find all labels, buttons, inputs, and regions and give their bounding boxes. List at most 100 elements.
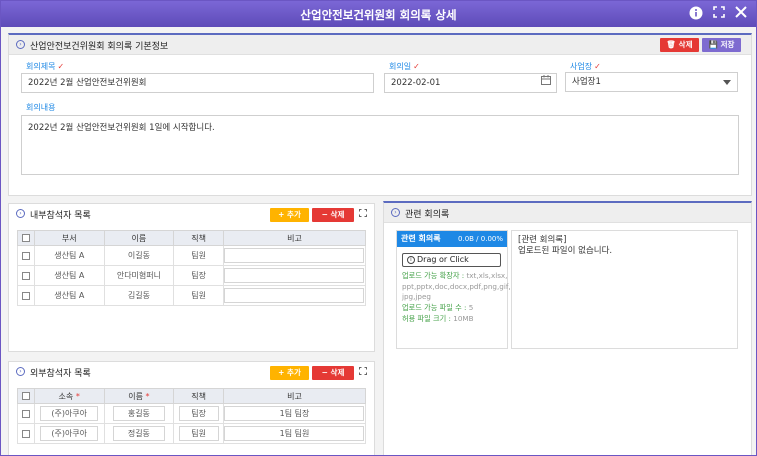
chevron-down-icon bbox=[723, 80, 731, 85]
window-title: 산업안전보건위원회 회의록 상세 bbox=[300, 8, 457, 22]
note-input[interactable] bbox=[224, 288, 365, 303]
uploaded-files-list: [관련 회의록] 업로드된 파일이 없습니다. bbox=[511, 230, 738, 349]
table-row[interactable]: 생산팀 A 이길동 팀원 bbox=[17, 245, 367, 266]
section-circle-icon: › bbox=[16, 367, 25, 376]
org-input[interactable]: (주)아쿠아 bbox=[40, 406, 99, 421]
section-circle-icon: › bbox=[16, 209, 25, 218]
content-textarea[interactable]: 2022년 2월 산업안전보건위원회 1일에 시작합니다. bbox=[21, 115, 739, 175]
table-row[interactable]: 생산팀 A 안다미혐퍼니 팀장 bbox=[17, 265, 367, 286]
position-cell: 팀장 bbox=[173, 403, 224, 424]
table-header-row: 소속 * 이름 * 직책 비고 bbox=[17, 388, 367, 404]
name-cell: 김길동 bbox=[103, 285, 175, 306]
org-cell: (주)아쿠아 bbox=[33, 423, 105, 444]
add-external-button[interactable]: + 추가 bbox=[270, 366, 309, 380]
select-all-checkbox[interactable] bbox=[17, 388, 35, 404]
note-input[interactable] bbox=[224, 248, 365, 263]
row-checkbox[interactable] bbox=[17, 265, 35, 286]
upload-box: 관련 회의록 0.0B / 0.00% i Drag or Click 업로드 … bbox=[396, 230, 511, 349]
position-cell: 팀원 bbox=[173, 423, 224, 444]
external-title: 외부참석자 목록 bbox=[30, 369, 91, 379]
note-input[interactable] bbox=[224, 268, 365, 283]
trash-icon: 🗑 bbox=[666, 40, 677, 49]
column-header: 소속 * bbox=[33, 388, 105, 404]
site-select[interactable]: 사업장1 bbox=[565, 72, 738, 92]
org-input[interactable]: (주)아쿠아 bbox=[40, 426, 99, 441]
info-icon: i bbox=[407, 256, 415, 264]
content-label: 회의내용 bbox=[26, 103, 56, 112]
external-participants-panel: › 외부참석자 목록 + 추가 − 삭제 소속 * 이름 * 직책 비고 (주)… bbox=[8, 361, 375, 455]
name-input[interactable]: 정길동 bbox=[112, 426, 165, 441]
note-cell bbox=[222, 265, 367, 286]
expand-icon[interactable] bbox=[359, 209, 367, 219]
position-input[interactable]: 팀원 bbox=[178, 426, 219, 441]
internal-header: › 내부참석자 목록 + 추가 − 삭제 bbox=[9, 204, 374, 224]
row-checkbox[interactable] bbox=[17, 403, 35, 424]
file-list-empty: 업로드된 파일이 없습니다. bbox=[518, 246, 613, 256]
close-icon[interactable] bbox=[733, 6, 749, 22]
row-checkbox[interactable] bbox=[17, 245, 35, 266]
table-header-row: 부서 이름 직책 비고 bbox=[17, 230, 367, 246]
upload-header: 관련 회의록 0.0B / 0.00% bbox=[397, 231, 507, 247]
section-circle-icon: › bbox=[391, 208, 400, 217]
note-cell: 1팀 팀장 bbox=[222, 403, 367, 424]
name-cell: 정길동 bbox=[103, 423, 175, 444]
row-checkbox[interactable] bbox=[17, 423, 35, 444]
basic-info-panel: › 산업안전보건위원회 회의록 기본정보 🗑 삭제 💾 저장 회의제목 ✓ 202… bbox=[8, 33, 752, 196]
internal-participants-panel: › 내부참석자 목록 + 추가 − 삭제 부서 이름 직책 비고 생산팀 A 이… bbox=[8, 203, 375, 352]
date-input[interactable]: 2022-02-01 bbox=[384, 73, 557, 93]
title-bar: 산업안전보건위원회 회의록 상세 bbox=[1, 1, 756, 27]
upload-size: 허용 파일 크기 : 10MB bbox=[402, 314, 474, 323]
column-header: 이름 * bbox=[103, 388, 175, 404]
external-header: › 외부참석자 목록 + 추가 − 삭제 bbox=[9, 362, 374, 382]
title-label: 회의제목 ✓ bbox=[26, 62, 65, 71]
note-cell bbox=[222, 245, 367, 266]
related-header: › 관련 회의록 bbox=[384, 203, 751, 223]
name-cell: 홍길동 bbox=[103, 403, 175, 424]
maximize-icon[interactable] bbox=[711, 6, 727, 22]
date-label: 회의일 ✓ bbox=[389, 62, 420, 71]
column-header: 이름 bbox=[103, 230, 175, 246]
position-cell: 팀원 bbox=[173, 245, 224, 266]
section-circle-icon: › bbox=[16, 40, 25, 49]
row-checkbox[interactable] bbox=[17, 285, 35, 306]
upload-usage: 0.0B / 0.00% bbox=[458, 235, 503, 243]
modal-content: › 산업안전보건위원회 회의록 기본정보 🗑 삭제 💾 저장 회의제목 ✓ 202… bbox=[1, 27, 756, 455]
column-header: 직책 bbox=[173, 230, 224, 246]
save-button[interactable]: 💾 저장 bbox=[702, 38, 741, 52]
upload-count: 업로드 가능 파일 수 : 5 bbox=[402, 303, 474, 312]
delete-external-button[interactable]: − 삭제 bbox=[312, 366, 354, 380]
info-icon[interactable] bbox=[688, 6, 704, 22]
position-input[interactable]: 팀장 bbox=[178, 406, 219, 421]
internal-table: 부서 이름 직책 비고 생산팀 A 이길동 팀원 생산팀 A 안다미혐퍼니 팀장… bbox=[17, 230, 367, 306]
delete-button[interactable]: 🗑 삭제 bbox=[660, 38, 699, 52]
external-table: 소속 * 이름 * 직책 비고 (주)아쿠아 홍길동 팀장 1팀 팀장 (주)아… bbox=[17, 388, 367, 444]
add-internal-button[interactable]: + 추가 bbox=[270, 208, 309, 222]
title-input[interactable]: 2022년 2월 산업안전보건위원회 bbox=[21, 73, 374, 93]
note-input[interactable]: 1팀 팀장 bbox=[224, 406, 365, 421]
internal-title: 내부참석자 목록 bbox=[30, 211, 91, 221]
related-title: 관련 회의록 bbox=[405, 210, 450, 220]
calendar-icon[interactable] bbox=[541, 74, 551, 92]
table-row[interactable]: 생산팀 A 김길동 팀원 bbox=[17, 285, 367, 306]
expand-icon[interactable] bbox=[359, 367, 367, 377]
name-cell: 안다미혐퍼니 bbox=[103, 265, 175, 286]
table-row[interactable]: (주)아쿠아 홍길동 팀장 1팀 팀장 bbox=[17, 403, 367, 424]
table-row[interactable]: (주)아쿠아 정길동 팀원 1팀 팀원 bbox=[17, 423, 367, 444]
note-cell: 1팀 팀원 bbox=[222, 423, 367, 444]
column-header: 비고 bbox=[222, 230, 367, 246]
column-header: 직책 bbox=[173, 388, 224, 404]
name-cell: 이길동 bbox=[103, 245, 175, 266]
delete-internal-button[interactable]: − 삭제 bbox=[312, 208, 354, 222]
name-input[interactable]: 홍길동 bbox=[112, 406, 165, 421]
position-cell: 팀원 bbox=[173, 285, 224, 306]
site-label: 사업장 ✓ bbox=[570, 62, 601, 71]
select-all-checkbox[interactable] bbox=[17, 230, 35, 246]
note-input[interactable]: 1팀 팀원 bbox=[224, 426, 365, 441]
note-cell bbox=[222, 285, 367, 306]
dept-cell: 생산팀 A bbox=[33, 285, 105, 306]
column-header: 비고 bbox=[222, 388, 367, 404]
org-cell: (주)아쿠아 bbox=[33, 403, 105, 424]
dept-cell: 생산팀 A bbox=[33, 245, 105, 266]
save-icon: 💾 bbox=[708, 40, 718, 49]
drag-or-click-button[interactable]: i Drag or Click bbox=[402, 253, 501, 267]
